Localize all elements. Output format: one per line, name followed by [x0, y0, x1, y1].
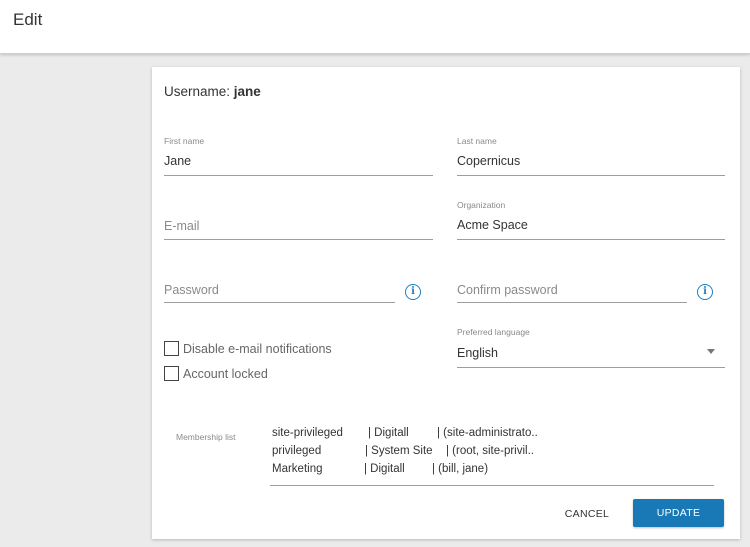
- membership-label: Membership list: [176, 432, 236, 442]
- email-placeholder: E-mail: [164, 219, 200, 233]
- edit-user-form: Username: jane First name Jane Last name…: [152, 67, 740, 539]
- membership-site: | Digitall: [364, 463, 405, 475]
- last-name-value: Copernicus: [457, 154, 521, 168]
- preferred-language-label: Preferred language: [457, 327, 530, 337]
- membership-members: | (site-administrato..: [437, 427, 538, 439]
- organization-field[interactable]: Organization Acme Space: [457, 200, 725, 240]
- username-line: Username: jane: [164, 84, 261, 99]
- password-info-icon[interactable]: i: [405, 284, 421, 300]
- membership-group: site-privileged: [272, 427, 343, 439]
- organization-value: Acme Space: [457, 218, 528, 232]
- confirm-password-info-icon[interactable]: i: [697, 284, 713, 300]
- password-field[interactable]: Password: [164, 264, 395, 304]
- preferred-language-value: English: [457, 346, 498, 360]
- disable-email-label: Disable e-mail notifications: [183, 341, 332, 356]
- membership-members: | (bill, jane): [432, 463, 489, 475]
- cancel-button[interactable]: CANCEL: [554, 501, 620, 527]
- password-underline: [164, 302, 395, 303]
- preferred-language-select[interactable]: Preferred language English: [457, 327, 725, 368]
- page-title: Edit: [13, 10, 43, 29]
- email-field[interactable]: E-mail: [164, 200, 433, 240]
- membership-members: | (root, site-privil..: [446, 445, 534, 457]
- username-value: jane: [233, 84, 261, 99]
- first-name-field[interactable]: First name Jane: [164, 136, 433, 176]
- preferred-language-underline: [457, 367, 725, 368]
- email-underline: [164, 239, 433, 240]
- membership-site: | Digitall: [368, 427, 409, 439]
- first-name-value: Jane: [164, 154, 192, 168]
- account-locked-checkbox-row[interactable]: Account locked: [164, 366, 268, 381]
- account-locked-label: Account locked: [183, 366, 268, 381]
- top-bar: Edit: [0, 0, 750, 54]
- membership-site: | System Site: [365, 445, 433, 457]
- confirm-password-field[interactable]: Confirm password: [457, 264, 687, 304]
- organization-underline: [457, 239, 725, 240]
- first-name-underline: [164, 175, 433, 176]
- disable-email-checkbox-row[interactable]: Disable e-mail notifications: [164, 341, 332, 356]
- update-button[interactable]: UPDATE: [633, 499, 724, 527]
- membership-list[interactable]: site-privileged | Digitall | (site-admin…: [270, 423, 714, 486]
- organization-label: Organization: [457, 200, 506, 210]
- last-name-underline: [457, 175, 725, 176]
- chevron-down-icon: [707, 349, 715, 354]
- last-name-label: Last name: [457, 136, 497, 146]
- password-placeholder: Password: [164, 283, 219, 297]
- confirm-password-placeholder: Confirm password: [457, 283, 558, 297]
- disable-email-checkbox[interactable]: [164, 341, 179, 356]
- membership-group: privileged: [272, 445, 322, 457]
- last-name-field[interactable]: Last name Copernicus: [457, 136, 725, 176]
- membership-group: Marketing: [272, 463, 323, 475]
- confirm-password-underline: [457, 302, 687, 303]
- username-label: Username:: [164, 84, 231, 99]
- account-locked-checkbox[interactable]: [164, 366, 179, 381]
- first-name-label: First name: [164, 136, 205, 146]
